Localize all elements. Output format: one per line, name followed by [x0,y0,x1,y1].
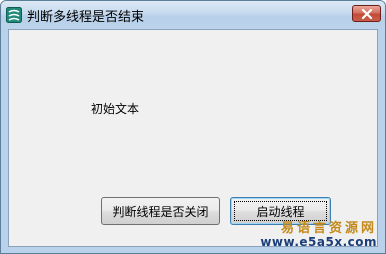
app-window: 判断多线程是否结束 初始文本 判断线程是否关闭 启动线程 易语言资源网 www.… [0,0,386,254]
start-thread-button-label: 启动线程 [256,204,305,219]
title-bar[interactable]: 判断多线程是否结束 [1,1,385,29]
watermark-url: www.e5a5x.com [260,234,377,249]
close-button[interactable] [352,5,381,22]
window-title: 判断多线程是否结束 [27,10,145,25]
client-area: 初始文本 判断线程是否关闭 启动线程 [8,29,378,247]
check-thread-closed-button[interactable]: 判断线程是否关闭 [101,197,220,225]
watermark: 易语言资源网 www.e5a5x.com [260,220,377,249]
status-label: 初始文本 [91,102,140,116]
close-icon [361,8,372,19]
app-icon [6,7,22,23]
watermark-brand: 易语言资源网 [280,220,377,236]
